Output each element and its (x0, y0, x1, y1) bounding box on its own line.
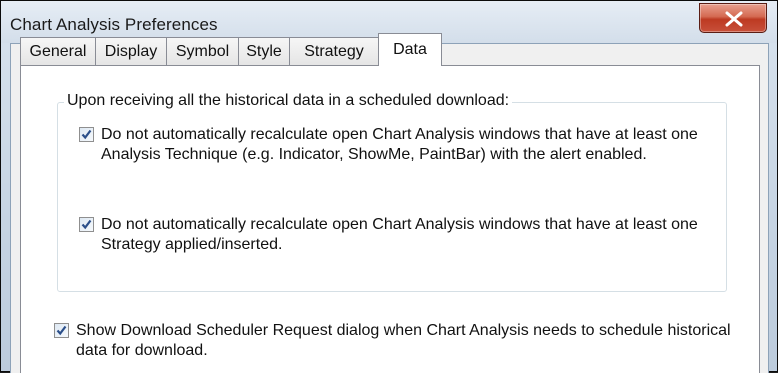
tab-style[interactable]: Style (238, 37, 290, 65)
close-button[interactable] (699, 3, 767, 33)
window-title: Chart Analysis Preferences (10, 15, 218, 34)
group-title: Upon receiving all the historical data i… (64, 92, 513, 110)
checkbox-strategy-applied[interactable] (79, 217, 94, 232)
option-label: Show Download Scheduler Request dialog w… (76, 322, 731, 359)
tab-label: Symbol (175, 42, 230, 60)
scheduled-download-group: Upon receiving all the historical data i… (57, 92, 727, 292)
tab-label: Style (246, 42, 282, 60)
checkmark-icon (56, 325, 67, 336)
tab-label: Strategy (304, 42, 364, 60)
checkbox-alert-analysis[interactable] (79, 127, 94, 142)
checkbox-show-scheduler-dialog[interactable] (54, 323, 69, 338)
tab-symbol[interactable]: Symbol (166, 37, 239, 65)
tab-display[interactable]: Display (95, 37, 167, 65)
close-x-icon (725, 11, 743, 27)
tab-label: Data (393, 41, 427, 58)
preferences-dialog: Chart Analysis Preferences General Displ… (0, 0, 778, 373)
option-label: Do not automatically recalculate open Ch… (101, 126, 698, 163)
option-show-scheduler-dialog[interactable]: Show Download Scheduler Request dialog w… (54, 321, 754, 361)
tab-label: Display (104, 42, 158, 60)
tab-data[interactable]: Data (378, 33, 442, 66)
option-label: Do not automatically recalculate open Ch… (101, 216, 698, 253)
option-alert-analysis[interactable]: Do not automatically recalculate open Ch… (79, 125, 719, 165)
checkmark-icon (81, 219, 92, 230)
checkmark-icon (81, 129, 92, 140)
tab-general[interactable]: General (20, 37, 96, 65)
data-tab-panel: Upon receiving all the historical data i… (20, 65, 760, 373)
tab-strategy[interactable]: Strategy (289, 37, 379, 65)
option-strategy-applied[interactable]: Do not automatically recalculate open Ch… (79, 215, 719, 255)
tab-label: General (29, 42, 87, 60)
